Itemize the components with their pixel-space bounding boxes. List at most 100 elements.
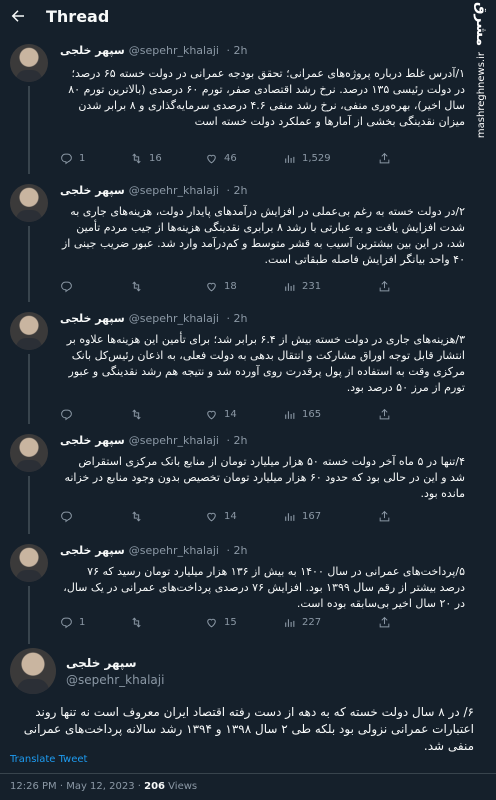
author-handle[interactable]: @sepehr_khalaji <box>66 673 164 687</box>
retweet-button[interactable] <box>130 510 149 523</box>
reply-icon <box>61 409 72 421</box>
retweet-icon <box>132 153 141 164</box>
avatar[interactable] <box>10 44 48 82</box>
reply-count: 1 <box>79 617 86 628</box>
share-button[interactable] <box>378 510 397 523</box>
avatar[interactable] <box>10 648 56 694</box>
share-icon <box>379 408 390 420</box>
share-icon <box>379 280 390 292</box>
like-button[interactable]: 14 <box>205 510 237 523</box>
tweet-time: · 2h <box>226 434 248 447</box>
like-icon <box>207 282 216 292</box>
avatar[interactable] <box>10 544 48 582</box>
tweet-text: ۲/در دولت خسته به رغم بی‌عملی در افزایش … <box>62 205 465 266</box>
thread-connector <box>28 354 30 424</box>
avatar[interactable] <box>10 434 48 472</box>
like-button[interactable]: 46 <box>205 152 237 165</box>
share-button[interactable] <box>378 616 397 629</box>
reply-icon <box>61 617 72 629</box>
views-count: 167 <box>302 511 322 522</box>
views-count: 231 <box>302 281 322 292</box>
like-button[interactable]: 15 <box>205 616 237 629</box>
retweet-button[interactable] <box>130 408 149 421</box>
watermark-site: mashreghnews.ir <box>475 52 487 139</box>
views-button[interactable]: 227 <box>283 616 321 629</box>
thread-connector <box>28 476 30 534</box>
author-handle[interactable]: @sepehr_khalaji <box>129 184 219 197</box>
author-handle[interactable]: @sepehr_khalaji <box>129 44 219 57</box>
share-icon <box>379 616 390 628</box>
reply-icon <box>61 153 72 165</box>
like-count: 18 <box>224 281 237 292</box>
like-count: 46 <box>224 153 237 164</box>
share-button[interactable] <box>378 152 397 165</box>
retweet-icon <box>132 617 141 628</box>
author-handle[interactable]: @sepehr_khalaji <box>129 544 219 557</box>
views-count: 227 <box>302 617 322 628</box>
author-name[interactable]: سپهر خلجی <box>60 544 125 557</box>
translate-tweet-link[interactable]: Translate Tweet <box>10 754 87 765</box>
like-button[interactable]: 14 <box>205 408 237 421</box>
reply-button[interactable]: 1 <box>60 616 85 629</box>
author-name[interactable]: سپهر خلجی <box>60 44 125 57</box>
avatar[interactable] <box>10 184 48 222</box>
views-count: 165 <box>302 409 322 420</box>
author-name[interactable]: سپهر خلجی <box>60 434 125 447</box>
tweet-text: ۱/آدرس غلط درباره پروژه‌های عمرانی؛ تحقق… <box>68 67 465 128</box>
tweet-meta: سپهر خلجی @sepehr_khalaji · 2h <box>60 544 247 557</box>
tweet-actions: 1 15 227 <box>60 616 460 632</box>
views-button[interactable]: 167 <box>283 510 321 523</box>
tweet-actions: 18 231 <box>60 280 460 296</box>
tweet-text: ۶/ در ۸ سال دولت خسته که به دهه از دست ر… <box>23 705 474 753</box>
views-count: 1,529 <box>302 153 331 164</box>
share-button[interactable] <box>378 408 397 421</box>
share-icon <box>379 510 390 522</box>
tweet-actions: 1 16 46 1,529 <box>60 152 460 168</box>
author-handle[interactable]: @sepehr_khalaji <box>129 434 219 447</box>
tweet-meta: سپهر خلجی @sepehr_khalaji · 2h <box>60 312 247 325</box>
reply-icon <box>61 511 72 523</box>
like-icon <box>207 154 216 164</box>
avatar[interactable] <box>10 312 48 350</box>
tweet-text: ۳/هزینه‌های جاری در دولت خسته بیش از ۶.۴… <box>66 333 465 394</box>
like-icon <box>207 410 216 420</box>
reply-button[interactable]: 1 <box>60 152 85 165</box>
retweet-icon <box>132 281 141 292</box>
author-name[interactable]: سپهر خلجی <box>66 656 137 670</box>
back-arrow-icon[interactable] <box>2 0 34 32</box>
views-icon <box>285 619 295 627</box>
reply-count: 1 <box>79 153 86 164</box>
watermark: مشرق mashreghnews.ir <box>470 2 492 202</box>
thread-connector <box>28 86 30 174</box>
views-label: Views <box>165 781 198 792</box>
tweet-meta: سپهر خلجی @sepehr_khalaji · 2h <box>60 184 247 197</box>
like-count: 14 <box>224 409 237 420</box>
page-title: Thread <box>46 6 110 26</box>
tweet-meta: سپهر خلجی @sepehr_khalaji · 2h <box>60 44 247 57</box>
share-icon <box>379 152 390 164</box>
author-name[interactable]: سپهر خلجی <box>60 312 125 325</box>
reply-button[interactable] <box>60 280 79 293</box>
views-icon <box>285 155 295 163</box>
reply-button[interactable] <box>60 408 79 421</box>
watermark-logo: مشرق <box>473 2 489 47</box>
author-handle[interactable]: @sepehr_khalaji <box>129 312 219 325</box>
tweet-time: · 2h <box>226 544 248 557</box>
views-button[interactable]: 1,529 <box>283 152 331 165</box>
share-button[interactable] <box>378 280 397 293</box>
views-button[interactable]: 165 <box>283 408 321 421</box>
retweet-button[interactable] <box>130 616 149 629</box>
views-count: 206 <box>144 781 165 792</box>
tweet-actions: 14 165 <box>60 408 460 424</box>
thread-connector <box>28 586 30 630</box>
retweet-button[interactable]: 16 <box>130 152 162 165</box>
views-button[interactable]: 231 <box>283 280 321 293</box>
author-name[interactable]: سپهر خلجی <box>60 184 125 197</box>
like-icon <box>207 512 216 522</box>
like-count: 15 <box>224 617 237 628</box>
retweet-button[interactable] <box>130 280 149 293</box>
tweet-time: · 2h <box>226 312 248 325</box>
reply-button[interactable] <box>60 510 79 523</box>
timestamp-text: 12:26 PM · May 12, 2023 · <box>10 781 145 792</box>
like-button[interactable]: 18 <box>205 280 237 293</box>
